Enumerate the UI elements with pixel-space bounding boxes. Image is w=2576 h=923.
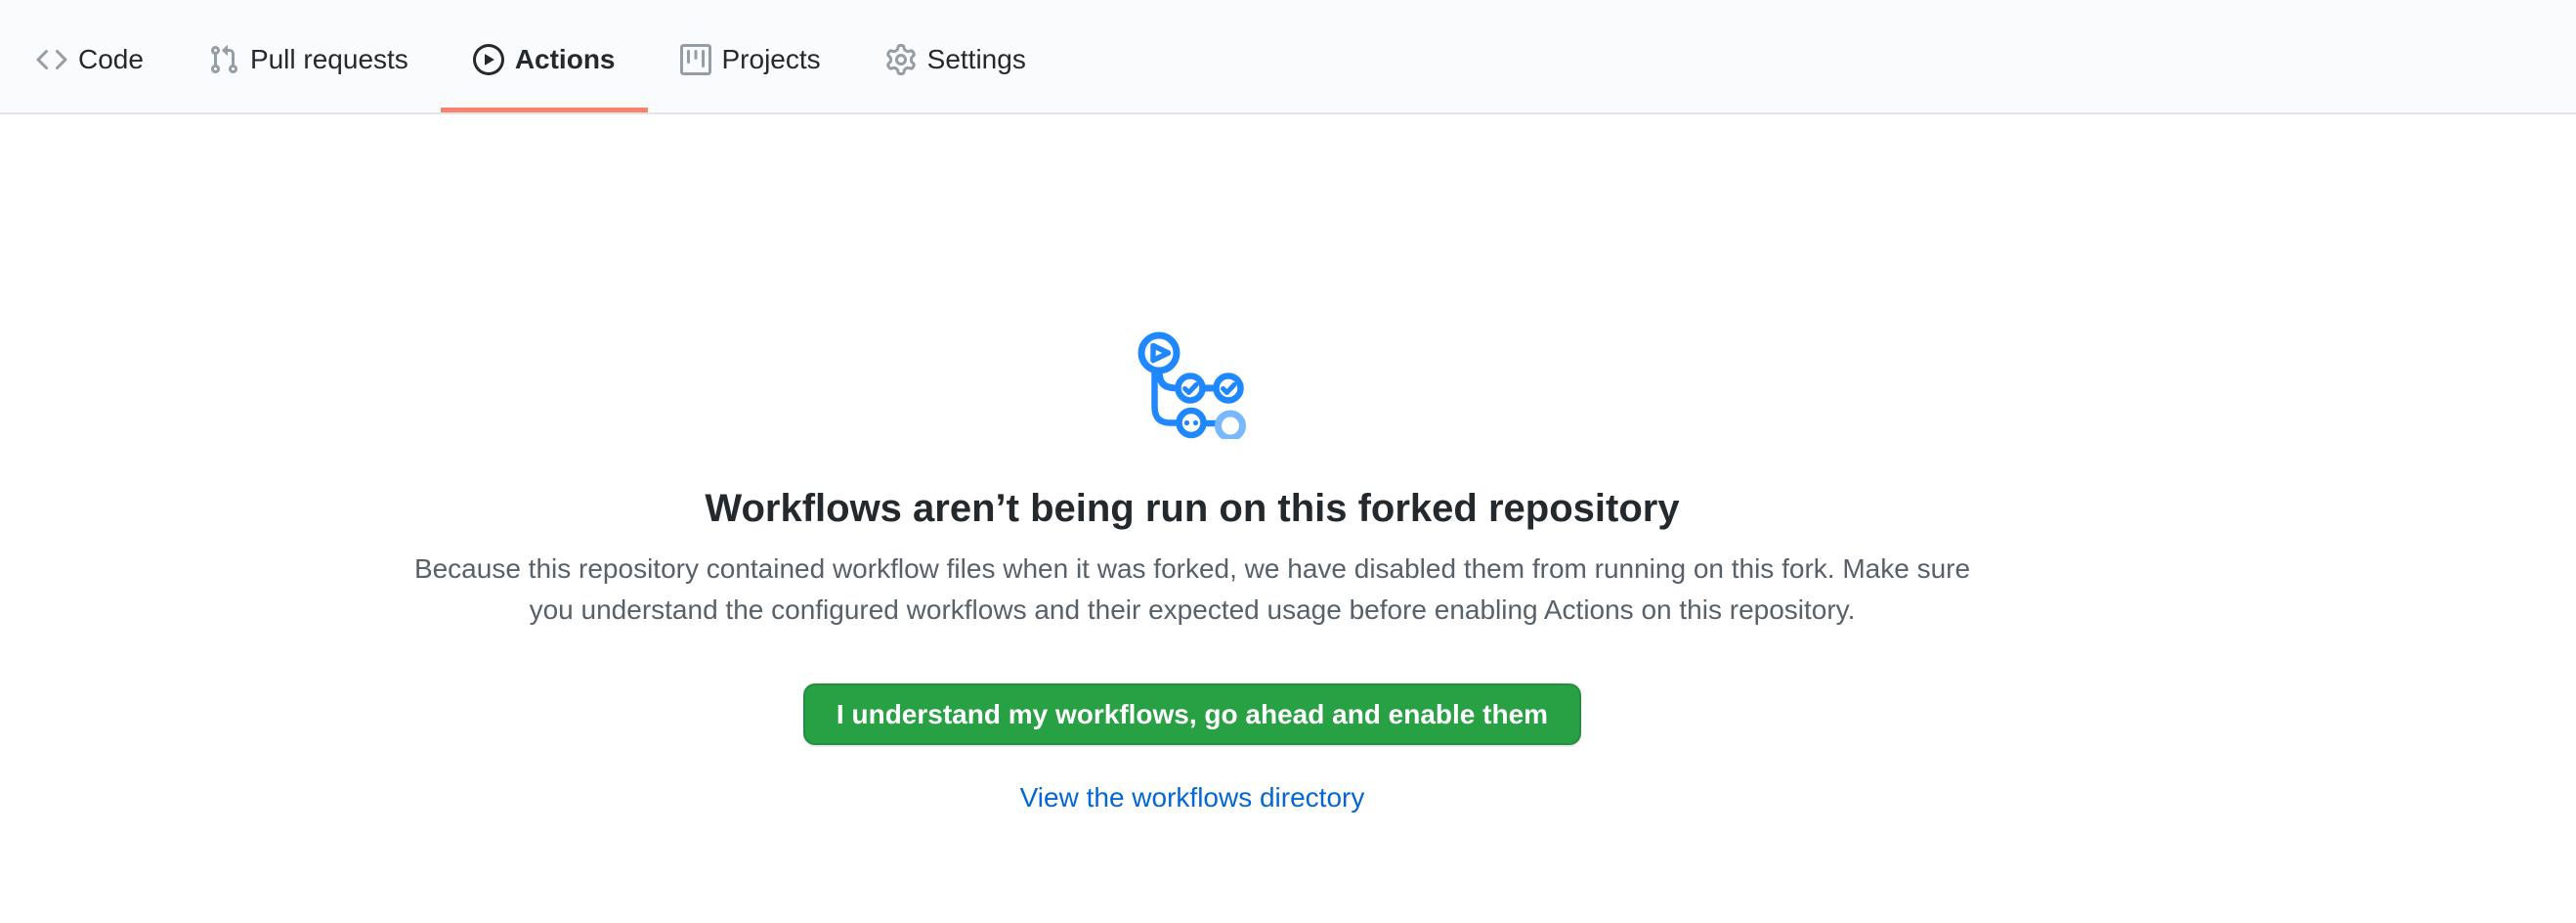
- enable-button-row: I understand my workflows, go ahead and …: [0, 631, 2384, 745]
- page-title: Workflows aren’t being run on this forke…: [0, 487, 2384, 531]
- actions-workflow-icon: [1138, 330, 1247, 439]
- workflows-link-row: View the workflows directory: [0, 782, 2384, 813]
- repo-tab-nav: Code Pull requests Actions Projects Sett…: [0, 0, 2576, 114]
- blankslate-description: Because this repository contained workfl…: [401, 549, 1984, 631]
- tab-settings[interactable]: Settings: [853, 0, 1058, 112]
- tab-projects[interactable]: Projects: [648, 0, 853, 112]
- tab-pull-requests-label: Pull requests: [250, 46, 408, 73]
- tab-settings-label: Settings: [927, 46, 1026, 73]
- tab-projects-label: Projects: [722, 46, 821, 73]
- tab-code[interactable]: Code: [4, 0, 176, 112]
- code-icon: [36, 44, 67, 75]
- git-pull-request-icon: [208, 44, 239, 75]
- gear-icon: [885, 44, 917, 75]
- tab-pull-requests[interactable]: Pull requests: [176, 0, 441, 112]
- project-icon: [680, 44, 711, 75]
- tab-actions[interactable]: Actions: [441, 0, 648, 112]
- enable-workflows-button[interactable]: I understand my workflows, go ahead and …: [803, 683, 1581, 745]
- tab-code-label: Code: [78, 46, 144, 73]
- view-workflows-directory-link[interactable]: View the workflows directory: [1020, 782, 1365, 813]
- play-icon: [473, 44, 504, 75]
- tab-actions-label: Actions: [515, 46, 616, 73]
- actions-blankslate: Workflows aren’t being run on this forke…: [0, 114, 2384, 813]
